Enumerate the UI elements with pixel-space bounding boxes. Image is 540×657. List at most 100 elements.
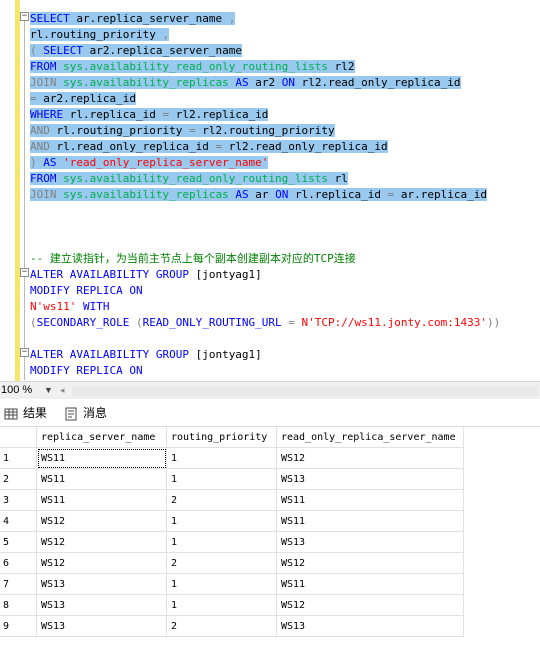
line-text: N'ws11' WITH: [30, 300, 109, 313]
table-cell[interactable]: 1: [166, 573, 277, 595]
code-line: AND rl.read_only_replica_id = rl2.read_o…: [30, 139, 388, 155]
table-cell[interactable]: WS13: [36, 615, 167, 637]
code-line: ALTER AVAILABILITY GROUP [jontyag1]: [30, 347, 262, 363]
code-token: N'TCP://ws11.jonty.com:1433': [301, 316, 487, 329]
table-row[interactable]: 9 WS13 2 WS13: [0, 615, 464, 637]
code-token: sys.availability_replicas: [63, 188, 229, 201]
table-cell[interactable]: WS12: [276, 594, 464, 616]
table-row[interactable]: 7 WS13 1 WS11: [0, 573, 464, 595]
table-cell[interactable]: WS13: [276, 531, 464, 553]
column-header[interactable]: read_only_replica_server_name: [276, 427, 464, 448]
code-token: JOIN: [30, 76, 57, 89]
chevron-down-icon[interactable]: ▼: [44, 382, 53, 399]
query-editor[interactable]: − − − SELECT ar.replica_server_name , rl.…: [0, 0, 540, 381]
row-number[interactable]: 6: [0, 552, 37, 574]
table-row[interactable]: 4 WS12 1 WS11: [0, 510, 464, 532]
code-line: (SECONDARY_ROLE (READ_ONLY_ROUTING_URL =…: [30, 315, 500, 331]
column-header[interactable]: routing_priority: [166, 427, 277, 448]
table-cell[interactable]: WS13: [276, 615, 464, 637]
editor-statusbar: 100 % ▼ ◂: [0, 381, 540, 399]
table-cell[interactable]: WS11: [276, 573, 464, 595]
code-line: ) AS 'read_only_replica_server_name': [30, 155, 269, 171]
code-token: MODIFY REPLICA ON: [30, 364, 143, 377]
column-header[interactable]: replica_server_name: [36, 427, 167, 448]
table-cell[interactable]: WS13: [276, 468, 464, 490]
table-cell[interactable]: WS11: [276, 489, 464, 511]
table-cell[interactable]: WS11: [36, 489, 167, 511]
table-row[interactable]: 8 WS13 1 WS12: [0, 594, 464, 616]
row-number[interactable]: 3: [0, 489, 37, 511]
code-token: -- 建立读指针，为当前主节点上每个副本创建副本对应的TCP连接: [30, 252, 356, 265]
table-cell[interactable]: 1: [166, 468, 277, 490]
selected-text: FROM sys.availability_read_only_routing_…: [30, 60, 355, 73]
table-row[interactable]: 2 WS11 1 WS13: [0, 468, 464, 490]
code-line: N'ws11' WITH: [30, 299, 109, 315]
table-row[interactable]: 1 WS11 1 WS12: [0, 447, 464, 469]
tab-messages[interactable]: 消息: [58, 402, 113, 424]
table-row[interactable]: 6 WS12 2 WS12: [0, 552, 464, 574]
table-cell[interactable]: 1: [166, 531, 277, 553]
table-cell[interactable]: 2: [166, 615, 277, 637]
code-token: AS: [235, 76, 249, 89]
table-cell[interactable]: 2: [166, 552, 277, 574]
code-token: rl2.read_only_replica_id: [222, 140, 388, 153]
row-number[interactable]: 2: [0, 468, 37, 490]
code-token: =: [30, 92, 37, 105]
line-text: ALTER AVAILABILITY GROUP [jontyag1]: [30, 348, 262, 361]
code-token: ALTER AVAILABILITY GROUP: [30, 268, 189, 281]
selected-text: ) AS 'read_only_replica_server_name': [30, 156, 269, 169]
collapse-icon[interactable]: −: [20, 12, 29, 21]
table-cell[interactable]: WS12: [36, 510, 167, 532]
collapse-icon[interactable]: −: [20, 268, 29, 277]
code-token: rl.routing_priority: [30, 28, 163, 41]
table-cell[interactable]: 1: [166, 594, 277, 616]
results-tabbar: 结果 消息: [0, 399, 540, 427]
tab-messages-label: 消息: [83, 406, 108, 420]
code-token: FROM: [30, 60, 57, 73]
table-row[interactable]: 3 WS11 2 WS11: [0, 489, 464, 511]
tab-results[interactable]: 结果: [2, 402, 56, 424]
code-line: JOIN sys.availability_replicas AS ar ON …: [30, 187, 488, 203]
table-cell[interactable]: WS13: [36, 594, 167, 616]
code-token: =: [288, 316, 295, 329]
line-text: (SECONDARY_ROLE (READ_ONLY_ROUTING_URL =…: [30, 316, 500, 329]
table-cell[interactable]: WS12: [276, 447, 464, 469]
row-number[interactable]: 1: [0, 447, 37, 469]
line-text: MODIFY REPLICA ON: [30, 364, 143, 377]
grid-header-row: replica_server_name routing_priority rea…: [0, 427, 464, 448]
table-cell[interactable]: WS11: [36, 468, 167, 490]
code-line: SELECT ar.replica_server_name ,: [30, 11, 236, 27]
selected-text: JOIN sys.availability_replicas AS ar ON …: [30, 188, 488, 201]
code-token: sys.availability_read_only_routing_lists: [63, 172, 329, 185]
code-token: rl.replica_id: [288, 188, 388, 201]
row-number[interactable]: 8: [0, 594, 37, 616]
row-number[interactable]: 9: [0, 615, 37, 637]
code-token: rl.replica_id: [63, 108, 163, 121]
table-row[interactable]: 5 WS12 1 WS13: [0, 531, 464, 553]
line-text: -- 建立读指针，为当前主节点上每个副本创建副本对应的TCP连接: [30, 252, 356, 265]
table-cell[interactable]: WS13: [36, 573, 167, 595]
code-token: [jontyag1]: [188, 348, 262, 361]
table-cell[interactable]: WS11: [36, 447, 167, 469]
table-cell[interactable]: WS12: [36, 552, 167, 574]
collapse-icon[interactable]: −: [20, 348, 29, 357]
row-number[interactable]: 4: [0, 510, 37, 532]
code-token: 'read_only_replica_server_name': [63, 156, 269, 169]
table-cell[interactable]: WS12: [276, 552, 464, 574]
code-token: ,: [228, 12, 236, 25]
table-cell[interactable]: WS11: [276, 510, 464, 532]
row-number[interactable]: 7: [0, 573, 37, 595]
results-grid[interactable]: replica_server_name routing_priority rea…: [0, 427, 465, 637]
scroll-left-icon[interactable]: ◂: [60, 382, 65, 399]
horizontal-scrollbar[interactable]: [72, 386, 538, 396]
table-cell[interactable]: WS12: [36, 531, 167, 553]
code-token: WITH: [82, 300, 110, 313]
row-number[interactable]: 5: [0, 531, 37, 553]
table-cell[interactable]: 1: [166, 510, 277, 532]
table-cell[interactable]: 1: [166, 447, 277, 469]
line-text: ALTER AVAILABILITY GROUP [jontyag1]: [30, 268, 262, 281]
grid-icon: [4, 406, 18, 420]
table-cell[interactable]: 2: [166, 489, 277, 511]
